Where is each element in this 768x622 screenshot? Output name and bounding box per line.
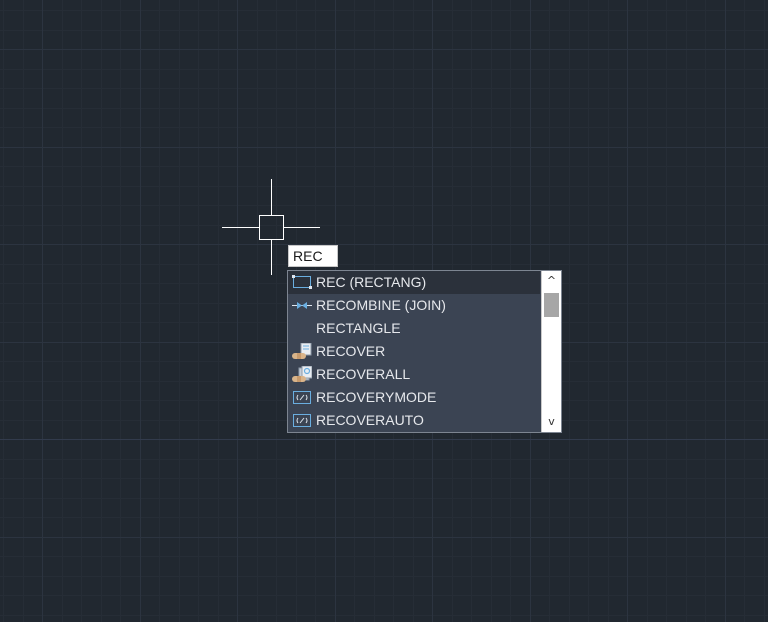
autocomplete-item-label: RECOVER <box>316 343 386 359</box>
autocomplete-item-rectangle[interactable]: RECTANGLE <box>288 317 540 340</box>
autocomplete-item-label: RECOVERYMODE <box>316 389 437 405</box>
autocomplete-item-label: REC (RECTANG) <box>316 274 427 290</box>
system-variable-icon <box>292 412 312 429</box>
recover-all-icon <box>292 365 313 383</box>
autocomplete-items: REC (RECTANG) RECOMBINE (JOIN) RECTANGLE <box>288 271 540 432</box>
autocomplete-scrollbar[interactable]: ^ v <box>541 271 561 432</box>
autocomplete-item-recoverall[interactable]: RECOVERALL <box>288 363 540 386</box>
scroll-up-arrow-icon[interactable]: ^ <box>542 271 561 291</box>
autocomplete-item-rec[interactable]: REC (RECTANG) <box>288 271 540 294</box>
rectangle-icon <box>292 274 312 291</box>
scrollbar-thumb[interactable] <box>544 293 559 317</box>
drawing-canvas[interactable]: REC (RECTANG) RECOMBINE (JOIN) RECTANGLE <box>0 0 768 622</box>
command-input[interactable] <box>288 245 338 267</box>
autocomplete-item-label: RECOVERAUTO <box>316 412 424 428</box>
scroll-down-arrow-icon[interactable]: v <box>542 412 561 432</box>
autocomplete-item-label: RECOVERALL <box>316 366 411 382</box>
recover-icon <box>292 342 312 360</box>
command-autocomplete-list: REC (RECTANG) RECOMBINE (JOIN) RECTANGLE <box>287 270 562 433</box>
autocomplete-item-label: RECOMBINE (JOIN) <box>316 297 446 313</box>
autocomplete-item-recoverauto[interactable]: RECOVERAUTO <box>288 409 540 432</box>
autocomplete-item-recover[interactable]: RECOVER <box>288 340 540 363</box>
autocomplete-item-recoverymode[interactable]: RECOVERYMODE <box>288 386 540 409</box>
autocomplete-item-label: RECTANGLE <box>316 320 401 336</box>
system-variable-icon <box>292 389 312 406</box>
autocomplete-item-recombine[interactable]: RECOMBINE (JOIN) <box>288 294 540 317</box>
join-icon <box>292 297 312 314</box>
